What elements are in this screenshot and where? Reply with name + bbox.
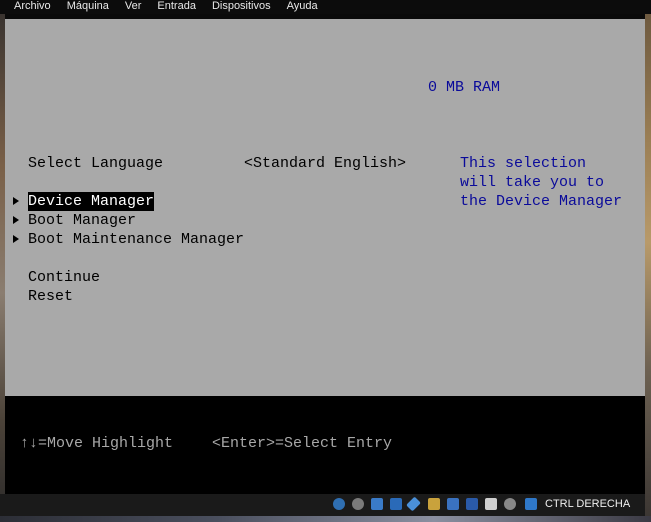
menu-item-continue[interactable]: Continue (28, 268, 100, 287)
menu-dispositivos[interactable]: Dispositivos (204, 0, 279, 14)
menu-archivo[interactable]: Archivo (0, 0, 59, 14)
menu-item-device-manager[interactable]: Device Manager (28, 192, 155, 211)
desktop-background-bottom (0, 516, 651, 522)
menu-maquina[interactable]: Máquina (59, 0, 117, 14)
network-icon[interactable] (390, 498, 402, 510)
cpu-icon[interactable] (485, 498, 497, 510)
menu-item-boot-maintenance-manager[interactable]: Boot Maintenance Manager (28, 230, 244, 249)
help-text: This selection will take you to the Devi… (460, 155, 623, 210)
submenu-arrow-icon (13, 216, 19, 224)
host-key-label: CTRL DERECHA (545, 498, 631, 510)
keyboard-capture-icon[interactable] (525, 498, 537, 510)
menu-ayuda[interactable]: Ayuda (279, 0, 326, 14)
desktop-background-right (645, 14, 651, 522)
menu-item-boot-manager[interactable]: Boot Manager (28, 211, 136, 230)
vm-status-bar: CTRL DERECHA (0, 494, 645, 516)
select-language-label: Select Language (28, 155, 164, 172)
vm-menu-bar: Archivo Máquina Ver Entrada Dispositivos… (0, 0, 651, 14)
hard-disk-icon[interactable] (333, 498, 345, 510)
bios-footer: ↑↓=Move Highlight <Enter>=Select Entry (5, 396, 645, 494)
usb-icon[interactable] (406, 496, 421, 512)
audio-icon[interactable] (371, 498, 383, 510)
video-capture-icon[interactable] (466, 498, 478, 510)
language-selector[interactable]: <Standard English> (244, 154, 406, 173)
menu-ver[interactable]: Ver (117, 0, 150, 14)
bios-screen: 0 MB RAM Select Language <Standard Engli… (5, 19, 645, 396)
submenu-arrow-icon (13, 235, 19, 243)
ram-info: 0 MB RAM (428, 79, 501, 96)
mouse-integration-icon[interactable] (504, 498, 516, 510)
footer-move-hint: ↑↓=Move Highlight (20, 435, 174, 452)
display-icon[interactable] (447, 498, 459, 510)
footer-enter-hint: <Enter>=Select Entry (212, 435, 393, 452)
shared-folders-icon[interactable] (428, 498, 440, 510)
menu-entrada[interactable]: Entrada (149, 0, 204, 14)
submenu-arrow-icon (13, 197, 19, 205)
menu-item-reset[interactable]: Reset (28, 287, 73, 306)
vm-display[interactable]: 0 MB RAM Select Language <Standard Engli… (5, 14, 645, 494)
optical-drive-icon[interactable] (352, 498, 364, 510)
